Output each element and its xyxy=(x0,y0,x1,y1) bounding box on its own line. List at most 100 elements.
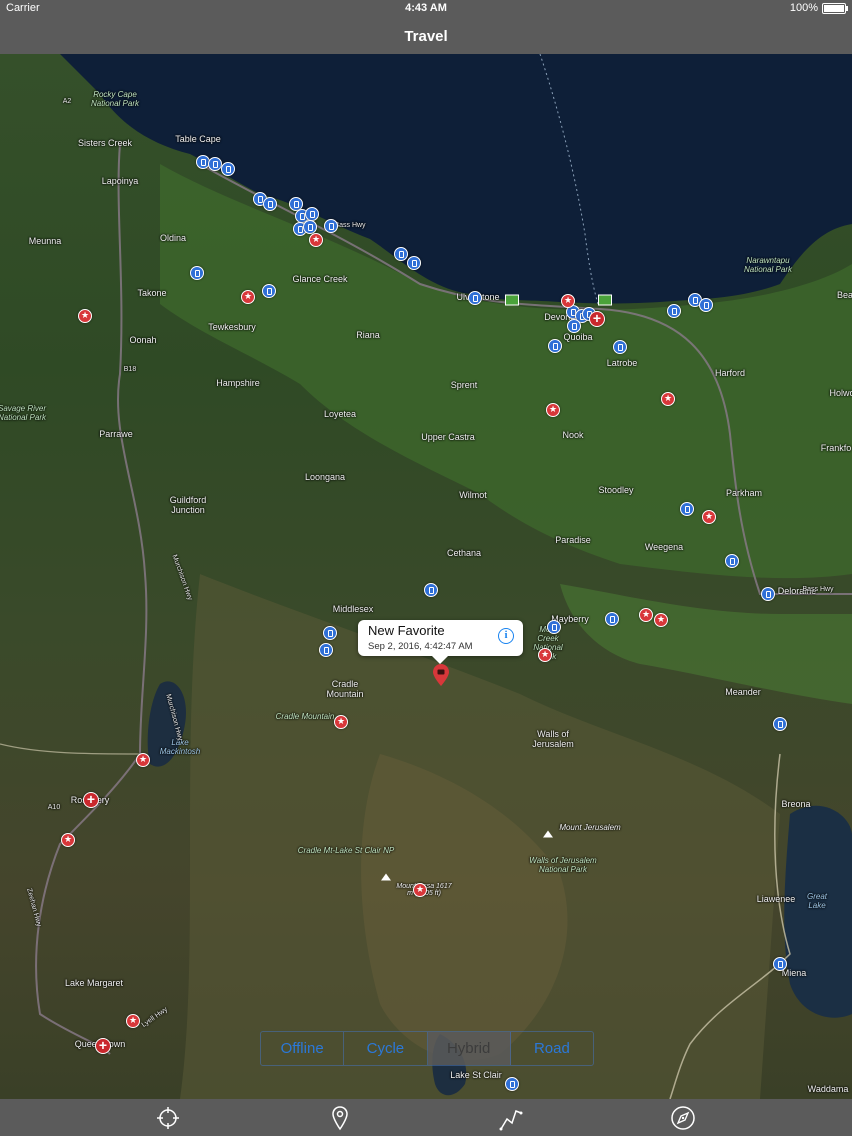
place-label: Glance Creek xyxy=(292,274,348,284)
poi-icon[interactable] xyxy=(303,220,317,234)
navigation-bar: Travel xyxy=(0,18,852,54)
attraction-icon[interactable] xyxy=(538,648,552,662)
poi-icon[interactable] xyxy=(547,620,561,634)
attraction-icon[interactable] xyxy=(639,608,653,622)
attraction-icon[interactable] xyxy=(413,883,427,897)
attraction-icon[interactable] xyxy=(309,233,323,247)
info-icon[interactable]: i xyxy=(498,628,514,644)
hospital-icon[interactable] xyxy=(589,310,605,327)
place-label: Quoiba xyxy=(563,332,593,342)
attraction-icon[interactable] xyxy=(702,510,716,524)
poi-icon[interactable] xyxy=(773,717,787,731)
poi-icon[interactable] xyxy=(468,291,482,305)
clock: 4:43 AM xyxy=(405,2,447,14)
poi-icon[interactable] xyxy=(263,197,277,211)
poi-icon[interactable] xyxy=(324,219,338,233)
place-label: Wilmot xyxy=(459,490,487,500)
poi-icon[interactable] xyxy=(699,298,713,312)
poi-icon[interactable] xyxy=(262,284,276,298)
attraction-icon[interactable] xyxy=(61,833,75,847)
poi-icon[interactable] xyxy=(725,554,739,568)
place-label: Frankfo xyxy=(820,443,852,453)
poi-icon[interactable] xyxy=(394,247,408,261)
attraction-icon[interactable] xyxy=(136,753,150,767)
place-label: Cradle Mountain xyxy=(326,679,364,699)
compass-icon[interactable] xyxy=(670,1105,696,1131)
favorite-pin-icon[interactable] xyxy=(433,664,449,686)
place-label: Sprent xyxy=(450,380,478,390)
map-type-offline[interactable]: Offline xyxy=(261,1032,345,1065)
attraction-icon[interactable] xyxy=(126,1014,140,1028)
poi-icon[interactable] xyxy=(407,256,421,270)
place-label: Middlesex xyxy=(332,604,374,614)
place-label: Oldina xyxy=(159,233,187,243)
place-label: Loyetea xyxy=(323,409,357,419)
place-label: Bea xyxy=(836,290,852,300)
poi-icon[interactable] xyxy=(613,340,627,354)
location-pin-icon[interactable] xyxy=(327,1105,353,1131)
place-label: Loongana xyxy=(304,472,346,482)
map-type-road[interactable]: Road xyxy=(511,1032,593,1065)
place-label: Waddama xyxy=(807,1084,849,1094)
place-label: Miena xyxy=(781,968,807,978)
attraction-icon[interactable] xyxy=(334,715,348,729)
park-label: Walls of Jerusalem National Park xyxy=(529,856,597,874)
route-shield xyxy=(505,294,519,306)
poi-icon[interactable] xyxy=(761,587,775,601)
attraction-icon[interactable] xyxy=(654,613,668,627)
poi-icon[interactable] xyxy=(605,612,619,626)
road-label: B18 xyxy=(123,366,137,373)
poi-icon[interactable] xyxy=(424,583,438,597)
poi-icon[interactable] xyxy=(208,157,222,171)
place-label: Lake Margaret xyxy=(64,978,124,988)
attraction-icon[interactable] xyxy=(241,290,255,304)
place-label: Latrobe xyxy=(606,358,638,368)
attraction-icon[interactable] xyxy=(561,294,575,308)
poi-icon[interactable] xyxy=(667,304,681,318)
map-type-cycle[interactable]: Cycle xyxy=(344,1032,428,1065)
poi-icon[interactable] xyxy=(319,643,333,657)
park-label: Narawntapu National Park xyxy=(743,256,793,274)
poi-icon[interactable] xyxy=(221,162,235,176)
peak-icon xyxy=(381,873,391,881)
map-type-hybrid[interactable]: Hybrid xyxy=(427,1032,511,1065)
road-label: A2 xyxy=(62,98,72,105)
place-label: Liawenee xyxy=(756,894,796,904)
place-label: Tewkesbury xyxy=(208,322,256,332)
poi-icon[interactable] xyxy=(680,502,694,516)
poi-icon[interactable] xyxy=(773,957,787,971)
place-label: Stoodley xyxy=(598,485,634,495)
place-label: Cethana xyxy=(446,548,482,558)
poi-icon[interactable] xyxy=(305,207,319,221)
park-label: Cradle Mt-Lake St Clair NP xyxy=(297,846,395,855)
attraction-icon[interactable] xyxy=(661,392,675,406)
place-label: Lapoinya xyxy=(101,176,139,186)
attraction-icon[interactable] xyxy=(546,403,560,417)
crosshair-icon[interactable] xyxy=(155,1105,181,1131)
map-view[interactable]: Sisters Creek Table Cape Lapoinya Meunna… xyxy=(0,54,852,1099)
place-label: Guildford Junction xyxy=(169,495,207,515)
hospital-icon[interactable] xyxy=(95,1037,111,1054)
attraction-icon[interactable] xyxy=(78,309,92,323)
hospital-icon[interactable] xyxy=(83,791,99,808)
favorite-callout[interactable]: New Favorite Sep 2, 2016, 4:42:47 AM i xyxy=(358,620,523,664)
place-label: Sisters Creek xyxy=(77,138,133,148)
place-label: Oonah xyxy=(129,335,157,345)
road-label: Bass Hwy xyxy=(802,586,834,593)
tab-bar xyxy=(0,1099,852,1136)
poi-icon[interactable] xyxy=(190,266,204,280)
satellite-terrain xyxy=(0,54,852,1099)
route-icon[interactable] xyxy=(498,1105,524,1131)
route-shield xyxy=(598,294,612,306)
poi-icon[interactable] xyxy=(323,626,337,640)
park-label: Savage River National Park xyxy=(0,404,47,422)
poi-icon[interactable] xyxy=(567,319,581,333)
poi-icon[interactable] xyxy=(505,1077,519,1091)
poi-icon[interactable] xyxy=(548,339,562,353)
place-label: Takone xyxy=(137,288,167,298)
place-label: Table Cape xyxy=(175,134,221,144)
place-label: Meander xyxy=(725,687,761,697)
battery-indicator: 100% xyxy=(789,2,848,14)
place-label: Upper Castra xyxy=(421,432,475,442)
battery-percent: 100% xyxy=(789,2,818,14)
